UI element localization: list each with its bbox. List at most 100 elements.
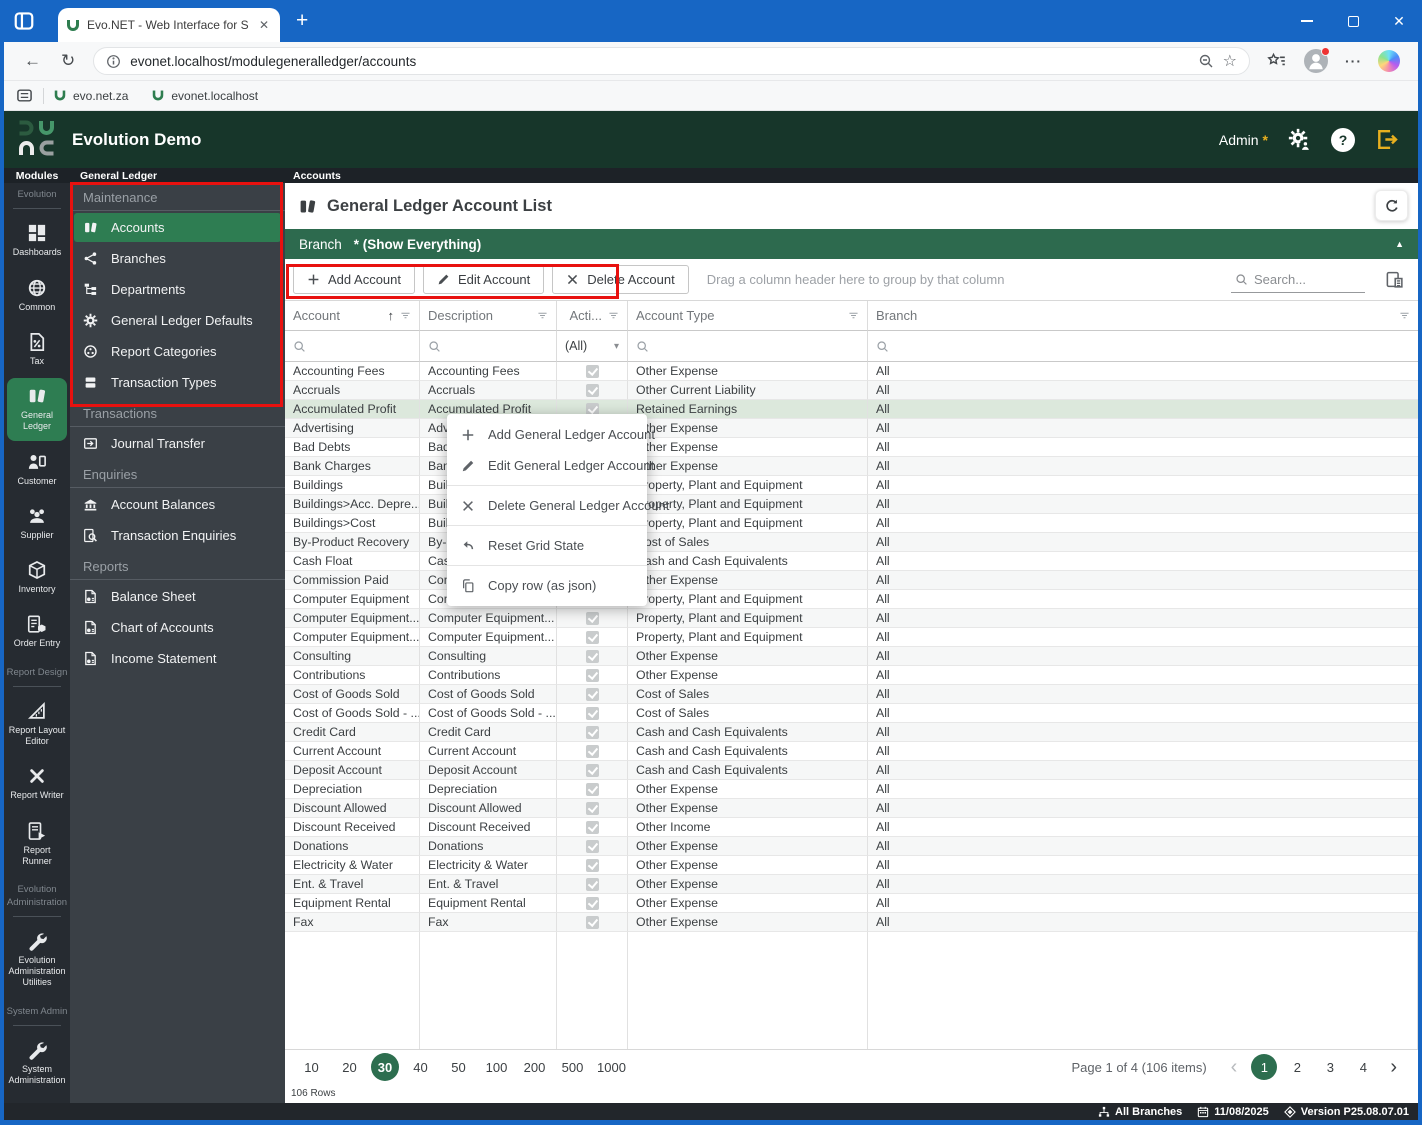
page-number-2[interactable]: 2 <box>1284 1054 1310 1080</box>
browser-menu-icon[interactable]: ··· <box>1345 53 1362 69</box>
reload-icon[interactable]: ↻ <box>51 51 85 71</box>
module-item-general-ledger[interactable]: General Ledger <box>7 378 67 441</box>
checkbox-checked[interactable] <box>585 820 599 834</box>
column-chooser-icon[interactable] <box>1385 270 1404 289</box>
checkbox-checked[interactable] <box>585 383 599 397</box>
cell-branch[interactable]: All <box>868 818 1418 837</box>
cell-account[interactable]: Buildings>Cost <box>285 514 420 533</box>
cell-branch[interactable]: All <box>868 514 1418 533</box>
cell-account[interactable]: Cost of Goods Sold <box>285 685 420 704</box>
page-size-20[interactable]: 20 <box>333 1053 366 1081</box>
cell-description[interactable]: Donations <box>420 837 557 856</box>
cell-account[interactable]: Ent. & Travel <box>285 875 420 894</box>
bookmark-item[interactable]: evonet.localhost <box>152 89 258 103</box>
delete-account-button[interactable]: Delete Account <box>552 265 689 294</box>
help-icon[interactable]: ? <box>1331 127 1355 152</box>
cell-account-type[interactable]: Retained Earnings <box>628 400 868 419</box>
reading-list-icon[interactable] <box>16 87 33 104</box>
user-settings-icon[interactable] <box>1288 128 1311 151</box>
module-item-supplier[interactable]: Supplier <box>7 498 67 549</box>
cell-account-type[interactable]: Other Income <box>628 818 868 837</box>
cell-account[interactable]: Deposit Account <box>285 761 420 780</box>
cell-account-type[interactable]: Other Expense <box>628 647 868 666</box>
cell-description[interactable]: Cost of Goods Sold - ... <box>420 704 557 723</box>
maximize-button[interactable] <box>1330 0 1376 42</box>
cell-account-type[interactable]: Cash and Cash Equivalents <box>628 742 868 761</box>
module-item-tax[interactable]: Tax <box>7 324 67 375</box>
cell-account-type[interactable]: Cash and Cash Equivalents <box>628 552 868 571</box>
address-bar[interactable]: evonet.localhost/modulegeneralledger/acc… <box>93 47 1250 75</box>
cell-account[interactable]: Equipment Rental <box>285 894 420 913</box>
cell-account[interactable]: By-Product Recovery <box>285 533 420 552</box>
cell-active[interactable] <box>557 837 628 856</box>
cell-branch[interactable]: All <box>868 723 1418 742</box>
page-number-1[interactable]: 1 <box>1251 1054 1278 1080</box>
cell-branch[interactable]: All <box>868 457 1418 476</box>
page-size-1000[interactable]: 1000 <box>594 1053 629 1081</box>
cell-account-type[interactable]: Other Expense <box>628 837 868 856</box>
cell-active[interactable] <box>557 685 628 704</box>
menu-item-chart-of-accounts[interactable]: Chart of Accounts <box>74 613 281 642</box>
cell-account[interactable]: Accounting Fees <box>285 362 420 381</box>
menu-item-general-ledger-defaults[interactable]: General Ledger Defaults <box>74 306 281 335</box>
cell-account-type[interactable]: Cost of Sales <box>628 685 868 704</box>
cell-account-type[interactable]: Other Expense <box>628 666 868 685</box>
cell-account-type[interactable]: Other Expense <box>628 571 868 590</box>
cell-description[interactable]: Computer Equipment... <box>420 628 557 647</box>
cell-description[interactable]: Discount Received <box>420 818 557 837</box>
column-header-active[interactable]: Acti... <box>557 301 628 331</box>
checkbox-checked[interactable] <box>585 725 599 739</box>
cell-account-type[interactable]: Cost of Sales <box>628 704 868 723</box>
bookmark-item[interactable]: evo.net.za <box>54 89 128 103</box>
cell-description[interactable]: Consulting <box>420 647 557 666</box>
cell-account[interactable]: Commission Paid <box>285 571 420 590</box>
cell-account[interactable]: Accumulated Profit <box>285 400 420 419</box>
page-number-3[interactable]: 3 <box>1317 1054 1343 1080</box>
context-menu-item-copy-row-as-json-[interactable]: Copy row (as json) <box>447 570 647 601</box>
cell-account-type[interactable]: Other Expense <box>628 913 868 932</box>
branch-filter-bar[interactable]: Branch * (Show Everything) ▲ <box>285 229 1418 259</box>
module-item-report-runner[interactable]: Report Runner <box>7 813 67 876</box>
cell-account-type[interactable]: Property, Plant and Equipment <box>628 476 868 495</box>
collapse-icon[interactable]: ▲ <box>1395 239 1404 249</box>
new-tab-button[interactable]: + <box>296 10 308 31</box>
cell-active[interactable] <box>557 875 628 894</box>
cell-branch[interactable]: All <box>868 704 1418 723</box>
cell-branch[interactable]: All <box>868 362 1418 381</box>
cell-active[interactable] <box>557 761 628 780</box>
cell-description[interactable]: Credit Card <box>420 723 557 742</box>
cell-branch[interactable]: All <box>868 533 1418 552</box>
cell-account[interactable]: Contributions <box>285 666 420 685</box>
cell-description[interactable]: Cost of Goods Sold <box>420 685 557 704</box>
next-page-icon[interactable]: › <box>1385 1057 1402 1077</box>
cell-branch[interactable]: All <box>868 761 1418 780</box>
cell-account-type[interactable]: Other Expense <box>628 894 868 913</box>
cell-account-type[interactable]: Other Expense <box>628 457 868 476</box>
context-menu-item-delete-general-ledger-account[interactable]: Delete General Ledger Account <box>447 490 669 521</box>
copilot-icon[interactable] <box>1378 50 1400 72</box>
menu-item-account-balances[interactable]: Account Balances <box>74 490 281 519</box>
cell-active[interactable] <box>557 780 628 799</box>
column-header-account[interactable]: Account ↑ <box>285 301 420 331</box>
cell-branch[interactable]: All <box>868 476 1418 495</box>
menu-item-transaction-enquiries[interactable]: Transaction Enquiries <box>74 521 281 550</box>
cell-active[interactable] <box>557 362 628 381</box>
cell-account[interactable]: Computer Equipment... <box>285 628 420 647</box>
module-item-evolution-administration-utilities[interactable]: Evolution Administration Utilities <box>7 923 67 997</box>
cell-description[interactable]: Current Account <box>420 742 557 761</box>
cell-description[interactable]: Deposit Account <box>420 761 557 780</box>
context-menu-item-add-general-ledger-account[interactable]: Add General Ledger Account <box>447 419 655 450</box>
favorites-icon[interactable] <box>1267 52 1286 71</box>
cell-account-type[interactable]: Cash and Cash Equivalents <box>628 723 868 742</box>
refresh-button[interactable] <box>1375 190 1408 221</box>
cell-account-type[interactable]: Other Expense <box>628 875 868 894</box>
cell-branch[interactable]: All <box>868 685 1418 704</box>
checkbox-checked[interactable] <box>585 706 599 720</box>
zoom-out-icon[interactable] <box>1198 53 1214 69</box>
cell-branch[interactable]: All <box>868 438 1418 457</box>
cell-branch[interactable]: All <box>868 552 1418 571</box>
menu-item-journal-transfer[interactable]: Journal Transfer <box>74 429 281 458</box>
column-header-branch[interactable]: Branch <box>868 301 1418 331</box>
cell-branch[interactable]: All <box>868 780 1418 799</box>
cell-active[interactable] <box>557 647 628 666</box>
